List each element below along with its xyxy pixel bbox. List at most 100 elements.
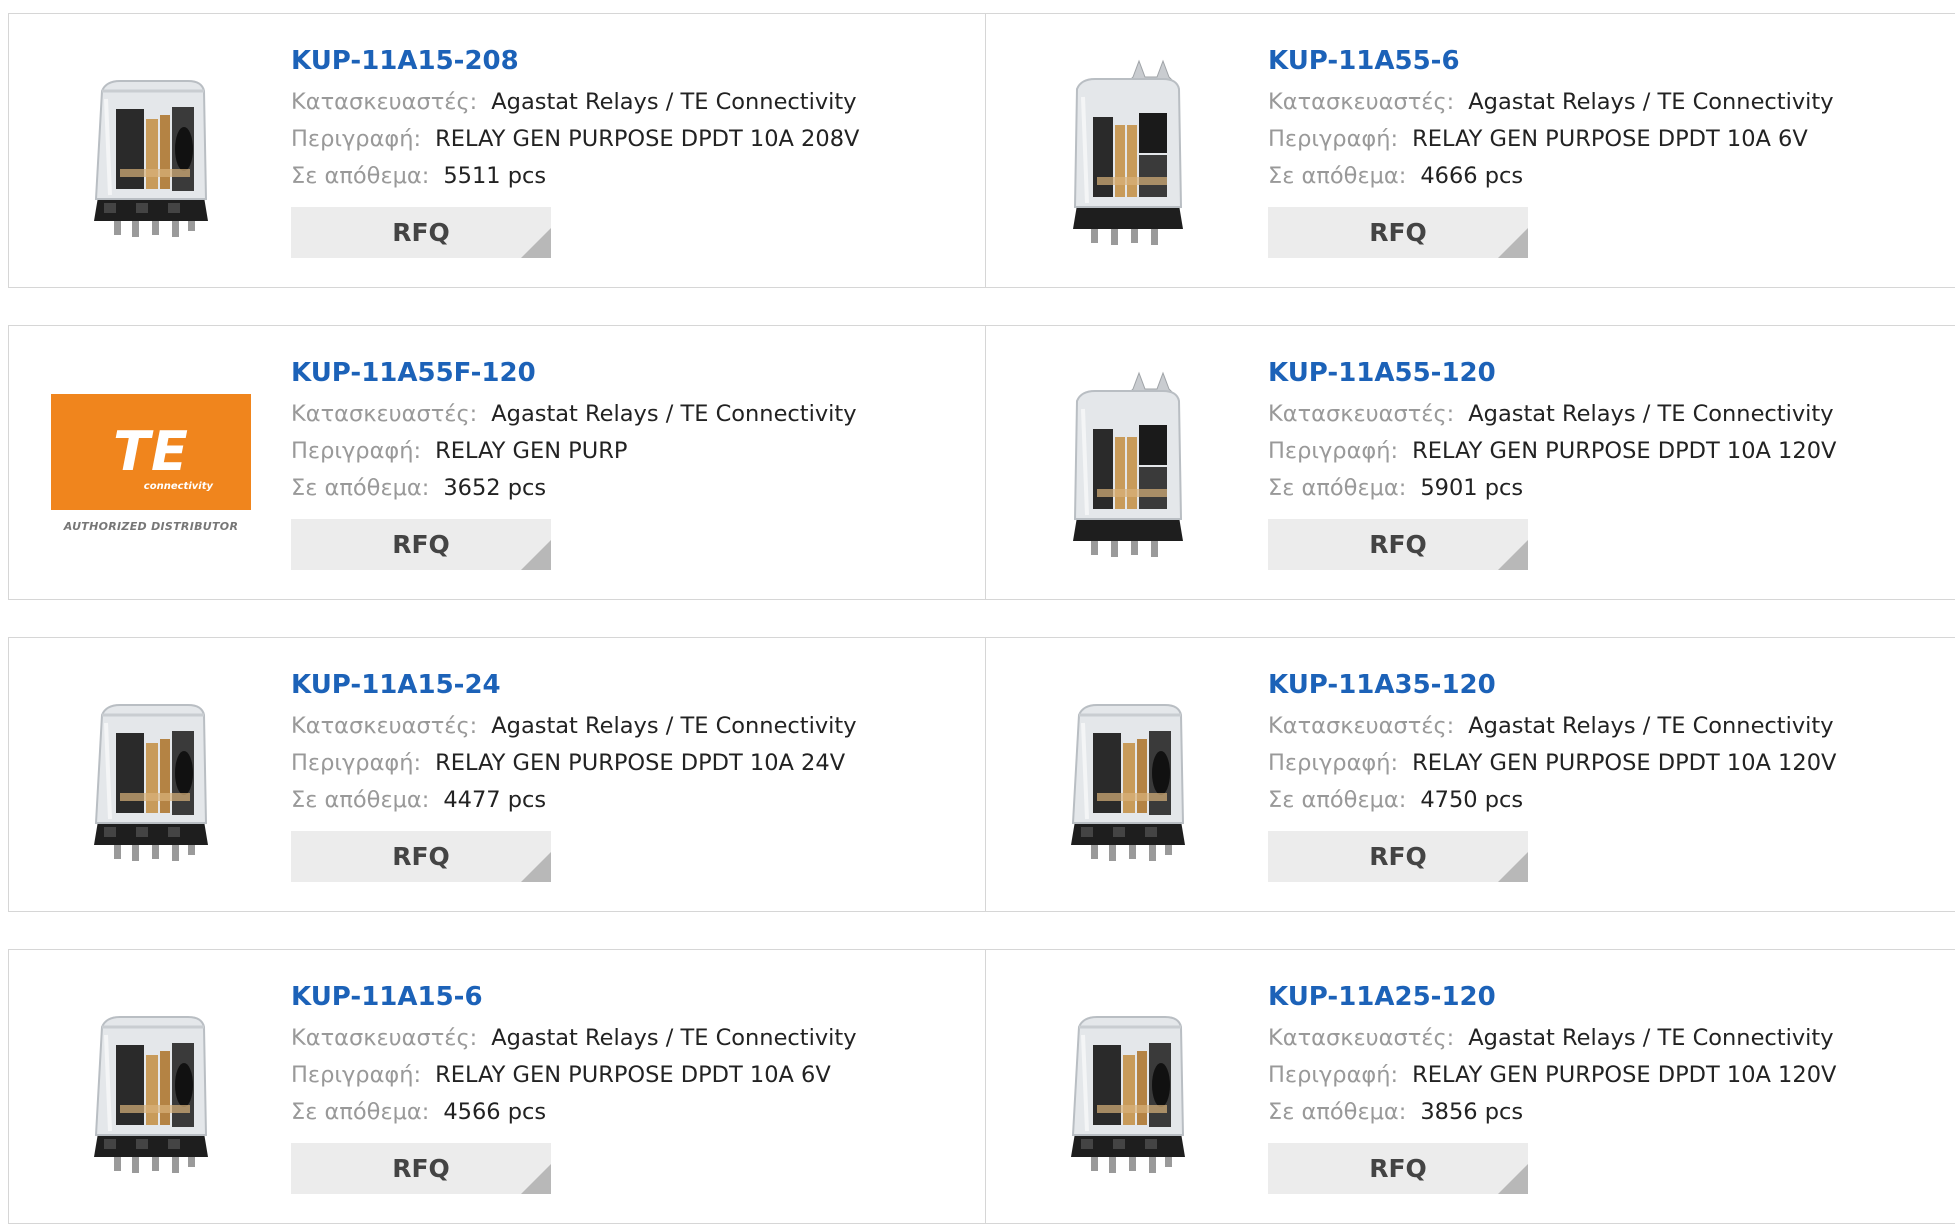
rfq-button[interactable]: RFQ xyxy=(1268,519,1528,570)
te-logo-box: TE connectivity xyxy=(51,393,251,510)
relay-icon[interactable] xyxy=(51,678,251,878)
stock-row: Σε απόθεμα: 5511 pcs xyxy=(291,158,975,195)
description-value: RELAY GEN PURPOSE DPDT 10A 120V xyxy=(1412,1062,1837,1088)
description-label: Περιγραφή: xyxy=(1268,750,1399,776)
product-card: KUP-11A25-120 Κατασκευαστές: Agastat Relay… xyxy=(986,949,1955,1224)
description-row: Περιγραφή: RELAY GEN PURPOSE DPDT 10A 120… xyxy=(1268,433,1945,470)
description-value: RELAY GEN PURPOSE DPDT 10A 24V xyxy=(435,750,846,776)
corner-triangle-icon xyxy=(521,540,551,570)
stock-label: Σε απόθεμα: xyxy=(1268,475,1407,501)
product-info: KUP-11A55-120 Κατασκευαστές: Agastat Relay… xyxy=(1268,356,1945,570)
manufacturer-label: Κατασκευαστές: xyxy=(291,713,478,739)
product-card: TE connectivity AUTHORIZED DISTRIBUTOR KUP-… xyxy=(8,325,986,600)
relay-icon[interactable] xyxy=(51,990,251,1190)
part-number-link[interactable]: KUP-11A35-120 xyxy=(1268,668,1945,708)
stock-row: Σε απόθεμα: 4666 pcs xyxy=(1268,158,1945,195)
part-number-link[interactable]: KUP-11A25-120 xyxy=(1268,980,1945,1020)
te-logo-sub: connectivity xyxy=(143,480,213,492)
description-label: Περιγραφή: xyxy=(291,1062,422,1088)
stock-value: 3652 pcs xyxy=(443,475,547,501)
product-info: KUP-11A55-6 Κατασκευαστές: Agastat Relays … xyxy=(1268,44,1945,258)
manufacturer-label: Κατασκευαστές: xyxy=(1268,1025,1455,1051)
relay-icon[interactable] xyxy=(1028,990,1228,1190)
relay-flange-icon[interactable] xyxy=(1028,54,1228,254)
product-info: KUP-11A15-6 Κατασκευαστές: Agastat Relays … xyxy=(291,980,975,1194)
rfq-label: RFQ xyxy=(392,1154,450,1183)
part-number-link[interactable]: KUP-11A15-208 xyxy=(291,44,975,84)
manufacturer-label: Κατασκευαστές: xyxy=(291,1025,478,1051)
corner-triangle-icon xyxy=(1498,228,1528,258)
description-label: Περιγραφή: xyxy=(291,126,422,152)
rfq-button[interactable]: RFQ xyxy=(1268,207,1528,258)
manufacturer-row: Κατασκευαστές: Agastat Relays / TE Connec… xyxy=(1268,84,1945,121)
stock-row: Σε απόθεμα: 3856 pcs xyxy=(1268,1094,1945,1131)
stock-label: Σε απόθεμα: xyxy=(291,787,430,813)
stock-value: 3856 pcs xyxy=(1420,1099,1524,1125)
stock-label: Σε απόθεμα: xyxy=(1268,787,1407,813)
corner-triangle-icon xyxy=(521,1164,551,1194)
manufacturer-value: Agastat Relays / TE Connectivity xyxy=(491,1025,857,1051)
stock-row: Σε απόθεμα: 5901 pcs xyxy=(1268,470,1945,507)
corner-triangle-icon xyxy=(1498,1164,1528,1194)
product-card: KUP-11A15-24 Κατασκευαστές: Agastat Relays… xyxy=(8,637,986,912)
product-info: KUP-11A55F-120 Κατασκευαστές: Agastat Rela… xyxy=(291,356,975,570)
product-card: KUP-11A55-120 Κατασκευαστές: Agastat Relay… xyxy=(986,325,1955,600)
product-info: KUP-11A35-120 Κατασκευαστές: Agastat Relay… xyxy=(1268,668,1945,882)
stock-label: Σε απόθεμα: xyxy=(291,1099,430,1125)
manufacturer-row: Κατασκευαστές: Agastat Relays / TE Connec… xyxy=(1268,396,1945,433)
description-label: Περιγραφή: xyxy=(291,750,422,776)
manufacturer-label: Κατασκευαστές: xyxy=(1268,401,1455,427)
part-number-link[interactable]: KUP-11A55F-120 xyxy=(291,356,975,396)
rfq-button[interactable]: RFQ xyxy=(291,831,551,882)
part-number-link[interactable]: KUP-11A55-120 xyxy=(1268,356,1945,396)
rfq-button[interactable]: RFQ xyxy=(291,519,551,570)
part-number-link[interactable]: KUP-11A15-24 xyxy=(291,668,975,708)
description-row: Περιγραφή: RELAY GEN PURPOSE DPDT 10A 120… xyxy=(1268,1057,1945,1094)
stock-value: 4750 pcs xyxy=(1420,787,1524,813)
product-card: KUP-11A15-6 Κατασκευαστές: Agastat Relays … xyxy=(8,949,986,1224)
rfq-label: RFQ xyxy=(392,842,450,871)
manufacturer-value: Agastat Relays / TE Connectivity xyxy=(1468,401,1834,427)
product-info: KUP-11A15-208 Κατασκευαστές: Agastat Relay… xyxy=(291,44,975,258)
manufacturer-row: Κατασκευαστές: Agastat Relays / TE Connec… xyxy=(291,1020,975,1057)
description-row: Περιγραφή: RELAY GEN PURPOSE DPDT 10A 120… xyxy=(1268,745,1945,782)
relay-icon[interactable] xyxy=(1028,678,1228,878)
authorized-distributor-label: AUTHORIZED DISTRIBUTOR xyxy=(63,519,239,533)
rfq-label: RFQ xyxy=(392,218,450,247)
relay-flange-icon[interactable] xyxy=(1028,366,1228,566)
stock-value: 4566 pcs xyxy=(443,1099,547,1125)
description-row: Περιγραφή: RELAY GEN PURPOSE DPDT 10A 24V xyxy=(291,745,975,782)
description-value: RELAY GEN PURPOSE DPDT 10A 6V xyxy=(1412,126,1808,152)
manufacturer-value: Agastat Relays / TE Connectivity xyxy=(1468,1025,1834,1051)
description-value: RELAY GEN PURPOSE DPDT 10A 120V xyxy=(1412,438,1837,464)
description-row: Περιγραφή: RELAY GEN PURP xyxy=(291,433,975,470)
stock-row: Σε απόθεμα: 4750 pcs xyxy=(1268,782,1945,819)
rfq-label: RFQ xyxy=(1369,530,1427,559)
description-label: Περιγραφή: xyxy=(291,438,422,464)
description-row: Περιγραφή: RELAY GEN PURPOSE DPDT 10A 6V xyxy=(291,1057,975,1094)
rfq-button[interactable]: RFQ xyxy=(1268,1143,1528,1194)
stock-value: 5511 pcs xyxy=(443,163,547,189)
rfq-button[interactable]: RFQ xyxy=(291,207,551,258)
manufacturer-label: Κατασκευαστές: xyxy=(1268,713,1455,739)
manufacturer-row: Κατασκευαστές: Agastat Relays / TE Connec… xyxy=(291,396,975,433)
stock-label: Σε απόθεμα: xyxy=(291,163,430,189)
rfq-label: RFQ xyxy=(1369,842,1427,871)
te-logo[interactable]: TE connectivity AUTHORIZED DISTRIBUTOR xyxy=(51,366,251,566)
description-value: RELAY GEN PURPOSE DPDT 10A 208V xyxy=(435,126,860,152)
description-value: RELAY GEN PURP xyxy=(435,438,628,464)
manufacturer-row: Κατασκευαστές: Agastat Relays / TE Connec… xyxy=(291,84,975,121)
rfq-button[interactable]: RFQ xyxy=(1268,831,1528,882)
rfq-button[interactable]: RFQ xyxy=(291,1143,551,1194)
part-number-link[interactable]: KUP-11A15-6 xyxy=(291,980,975,1020)
stock-label: Σε απόθεμα: xyxy=(1268,1099,1407,1125)
manufacturer-value: Agastat Relays / TE Connectivity xyxy=(491,401,857,427)
relay-icon[interactable] xyxy=(51,54,251,254)
description-value: RELAY GEN PURPOSE DPDT 10A 120V xyxy=(1412,750,1837,776)
manufacturer-row: Κατασκευαστές: Agastat Relays / TE Connec… xyxy=(1268,1020,1945,1057)
rfq-label: RFQ xyxy=(1369,1154,1427,1183)
manufacturer-row: Κατασκευαστές: Agastat Relays / TE Connec… xyxy=(1268,708,1945,745)
rfq-label: RFQ xyxy=(1369,218,1427,247)
description-label: Περιγραφή: xyxy=(1268,1062,1399,1088)
part-number-link[interactable]: KUP-11A55-6 xyxy=(1268,44,1945,84)
